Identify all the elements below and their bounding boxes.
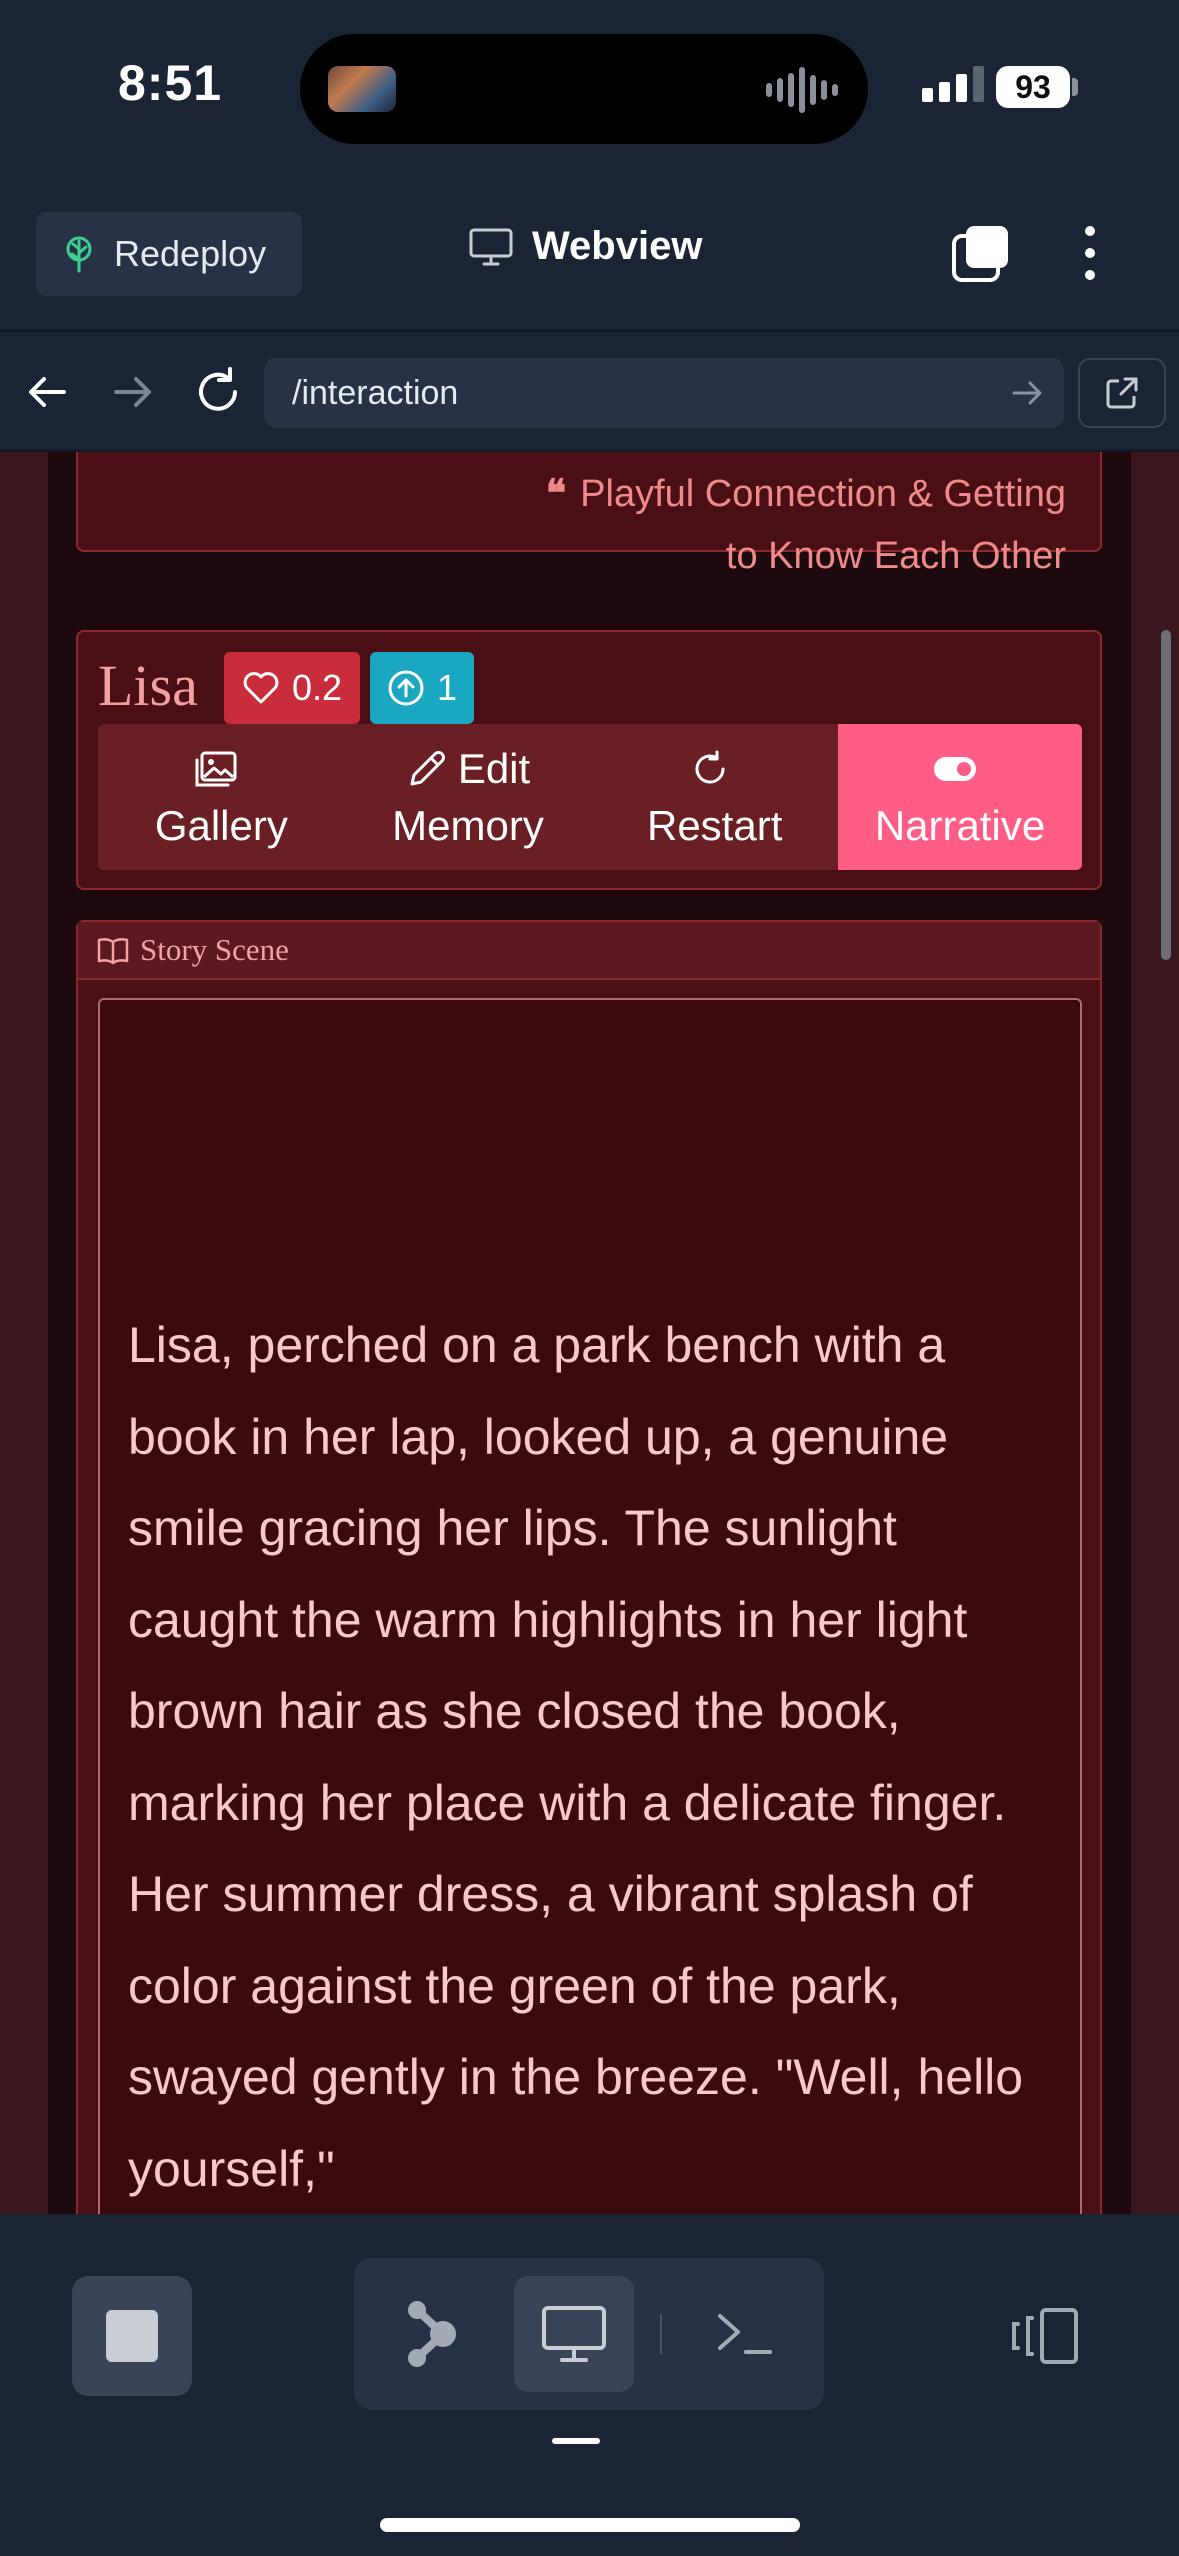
- status-time: 8:51: [118, 55, 223, 111]
- restart-button[interactable]: Restart: [591, 724, 838, 870]
- url-text: /interaction: [292, 373, 459, 412]
- story-text: Lisa, perched on a park bench with a boo…: [128, 1317, 1024, 2197]
- dynamic-island: [300, 34, 868, 144]
- battery-cap: [1072, 78, 1078, 96]
- edit-memory-line1: Edit: [457, 745, 531, 792]
- affection-value: 0.2: [291, 667, 343, 708]
- bottom-bar: [0, 2214, 1179, 2556]
- webview-title-label: Webview: [532, 224, 703, 268]
- top-toolbar: Redeploy Webview: [0, 180, 1179, 330]
- book-icon: [97, 938, 129, 965]
- monitor-icon: [469, 228, 513, 265]
- open-external-button[interactable]: [1078, 358, 1166, 428]
- audio-wave-icon: [766, 66, 838, 114]
- story-scene-header: Story Scene: [78, 922, 1100, 980]
- restart-label: Restart: [646, 802, 783, 849]
- terminal-icon: [718, 2314, 772, 2354]
- nodes-icon: [408, 2301, 456, 2367]
- character-card: Lisa 0.2 1 Gallery Edit Memory Restart N…: [76, 630, 1102, 890]
- forward-arrow-icon[interactable]: [106, 366, 158, 418]
- cellular-signal-icon: [922, 66, 984, 102]
- reload-icon[interactable]: [190, 364, 246, 420]
- webview-tab[interactable]: [514, 2276, 634, 2392]
- status-bar: 8:51 93: [0, 0, 1179, 180]
- stop-icon: [106, 2310, 158, 2362]
- arrow-up-circle-icon: [388, 670, 424, 706]
- view-switcher: [354, 2258, 824, 2410]
- redeploy-label: Redeploy: [114, 233, 267, 274]
- heart-icon: [243, 672, 279, 704]
- pencil-icon: [410, 751, 445, 786]
- monitor-icon: [542, 2306, 606, 2362]
- stop-button[interactable]: [72, 2276, 192, 2396]
- story-scene-title: Story Scene: [140, 932, 289, 967]
- level-badge: 1: [370, 652, 474, 724]
- character-name: Lisa: [98, 653, 198, 718]
- console-tab[interactable]: [684, 2276, 804, 2392]
- battery-indicator: 93: [996, 66, 1070, 108]
- left-margin: [0, 452, 48, 2214]
- url-bar: /interaction: [0, 330, 1179, 452]
- character-actions: Gallery Edit Memory Restart Narrative: [98, 724, 1082, 870]
- scrollbar-thumb[interactable]: [1161, 630, 1171, 960]
- scenario-quote-card: ❝ Playful Connection & Getting to Know Ea…: [76, 452, 1102, 577]
- devices-icon[interactable]: [1010, 2306, 1082, 2366]
- edit-memory-button[interactable]: Edit Memory: [345, 724, 592, 870]
- home-indicator[interactable]: [380, 2518, 800, 2532]
- narrative-label: Narrative: [874, 802, 1046, 849]
- toggle-icon: [934, 757, 977, 781]
- narrative-toggle-button[interactable]: Narrative: [838, 724, 1082, 870]
- more-options-icon[interactable]: [1070, 222, 1110, 284]
- drag-handle[interactable]: [552, 2438, 600, 2444]
- quote-icon: ❝: [545, 470, 567, 515]
- gallery-button[interactable]: Gallery: [98, 724, 345, 870]
- story-scene-card: Story Scene Lisa, perched on a park benc…: [76, 920, 1102, 2214]
- redeploy-button[interactable]: Redeploy: [36, 212, 302, 296]
- scenario-quote: ❝ Playful Connection & Getting to Know Ea…: [506, 462, 1066, 587]
- external-link-icon: [1106, 377, 1138, 409]
- image-icon: [195, 751, 237, 787]
- webview-title: Webview: [468, 224, 702, 269]
- webview-content: ❝ Playful Connection & Getting to Know Ea…: [0, 452, 1179, 2214]
- now-playing-thumbnail: [328, 66, 396, 112]
- gallery-button-label: Gallery: [154, 802, 288, 849]
- rotate-icon: [695, 750, 725, 784]
- tree-icon: [66, 236, 92, 273]
- right-margin: [1131, 452, 1179, 2214]
- url-input[interactable]: /interaction: [264, 358, 1064, 428]
- go-arrow-icon[interactable]: [1008, 374, 1046, 412]
- affection-badge: 0.2: [224, 652, 360, 724]
- edit-memory-label: Memory: [392, 802, 544, 849]
- back-arrow-icon[interactable]: [22, 366, 74, 418]
- scenario-quote-text: Playful Connection & Getting to Know Eac…: [580, 473, 1066, 577]
- workflow-tab[interactable]: [372, 2276, 492, 2392]
- tabs-icon[interactable]: [950, 222, 1012, 284]
- switcher-divider: [660, 2314, 662, 2354]
- level-value: 1: [436, 667, 458, 708]
- story-scene-box: Lisa, perched on a park bench with a boo…: [98, 998, 1082, 2214]
